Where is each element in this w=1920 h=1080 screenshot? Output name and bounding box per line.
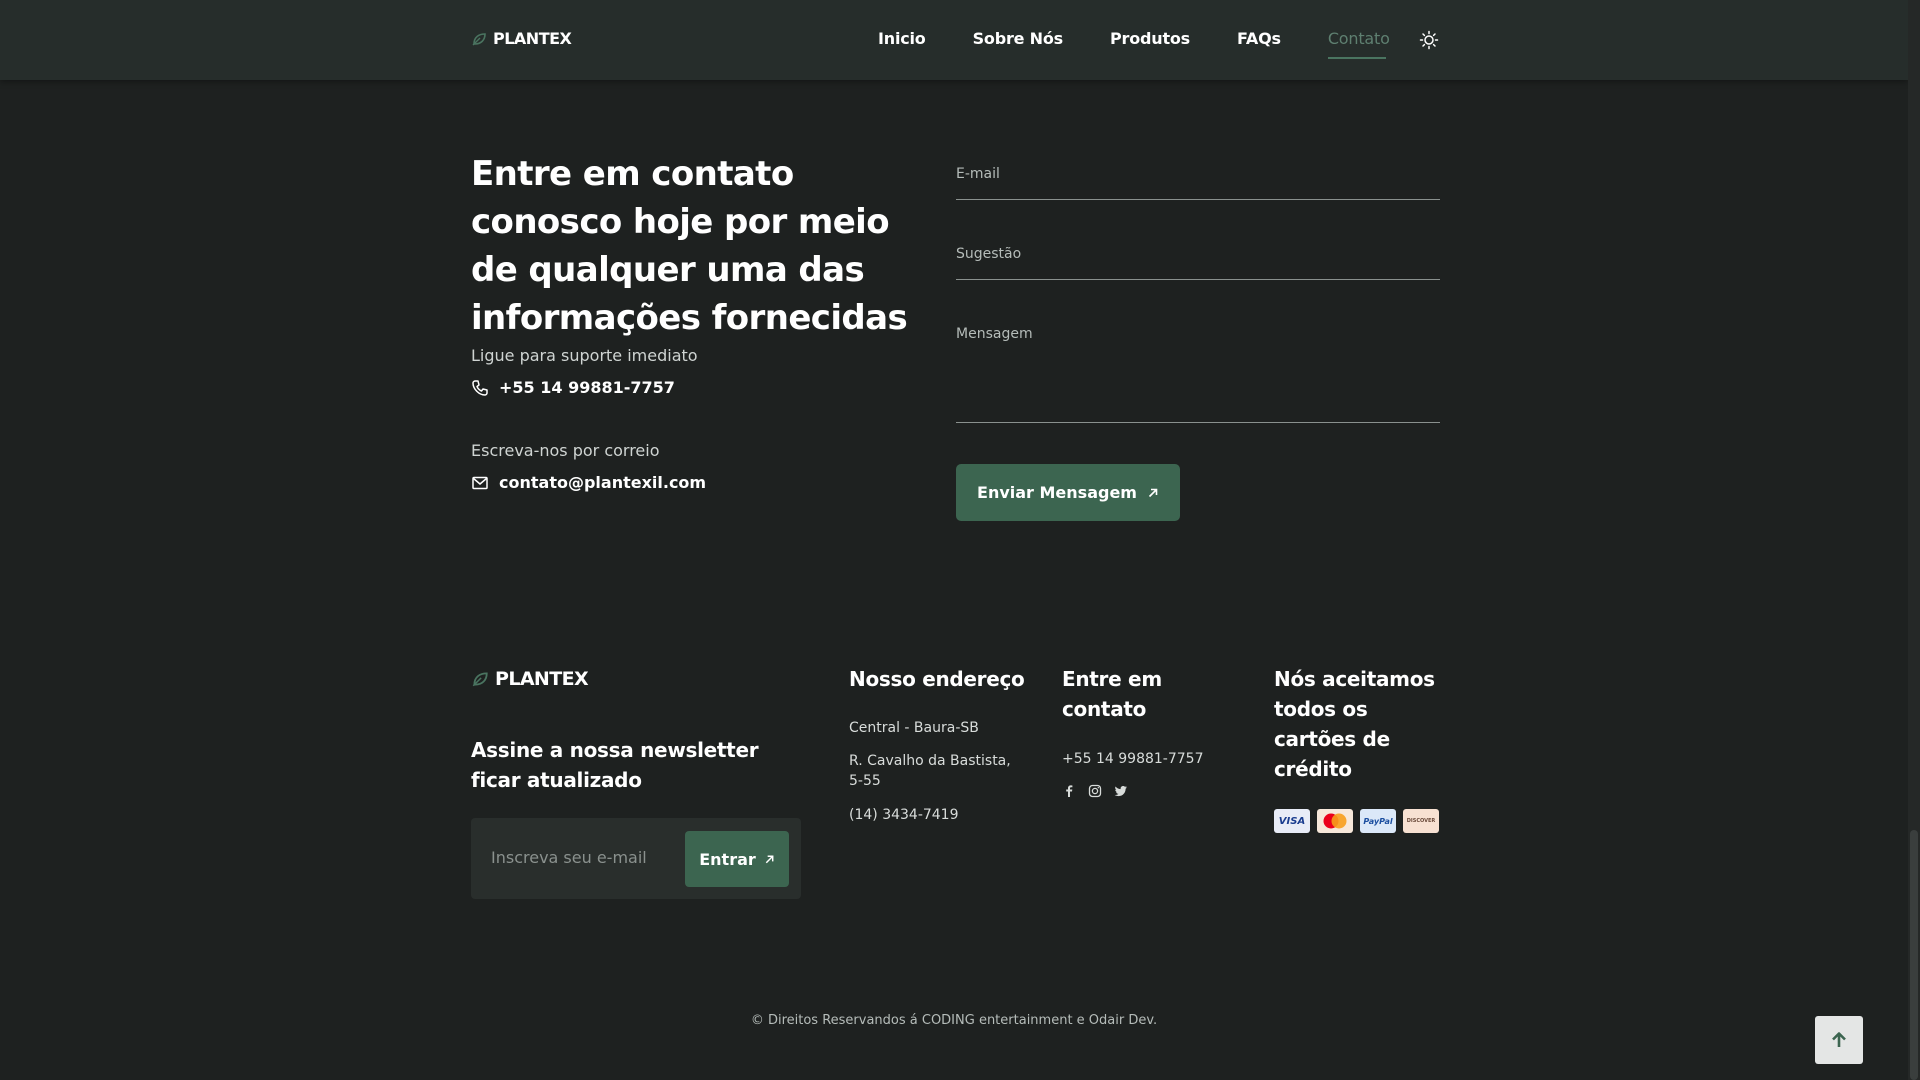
address-line: Central - Baura-SB xyxy=(849,720,979,736)
contact-column-title: Entre em contato xyxy=(1062,667,1162,721)
nav-produtos[interactable]: Produtos xyxy=(1110,29,1190,48)
footer-phone: +55 14 99881-7757 xyxy=(1062,751,1204,767)
newsletter-submit-label: Entrar xyxy=(699,849,756,869)
phone-icon xyxy=(472,379,488,396)
arrow-up-right-icon xyxy=(765,855,774,863)
sun-icon xyxy=(1419,30,1439,50)
phone-row[interactable]: +55 14 99881-7757 xyxy=(471,378,675,397)
brand-name: PLANTEX xyxy=(493,29,572,48)
theme-toggle-button[interactable] xyxy=(1419,30,1439,50)
footer-brand-logo[interactable]: PLANTEX xyxy=(471,668,589,690)
send-message-label: Enviar Mensagem xyxy=(977,483,1137,502)
brand-logo[interactable]: PLANTEX xyxy=(471,29,572,48)
footer-brand-name: PLANTEX xyxy=(495,668,589,690)
suggestion-field[interactable]: Sugestão xyxy=(956,230,1440,280)
main-nav: Inicio Sobre Nós Produtos FAQs Contato xyxy=(878,29,1390,59)
email-address: contato@plantexil.com xyxy=(499,473,707,492)
mastercard-card-icon xyxy=(1317,809,1353,833)
mail-icon xyxy=(472,476,488,489)
arrow-up-right-icon xyxy=(1148,488,1158,497)
address-phone: (14) 3434-7419 xyxy=(849,807,959,823)
email-row[interactable]: contato@plantexil.com xyxy=(471,473,706,492)
phone-number: +55 14 99881-7757 xyxy=(499,378,675,397)
cards-title: Nós aceitamos todos os cartões de crédit… xyxy=(1274,667,1435,781)
leaf-icon xyxy=(472,32,486,45)
facebook-icon[interactable] xyxy=(1062,784,1076,798)
email-placeholder: E-mail xyxy=(956,166,1000,182)
contact-title: Entre em contato conosco hoje por meio d… xyxy=(471,154,908,338)
address-title: Nosso endereço xyxy=(849,667,1025,691)
leaf-icon xyxy=(472,672,488,687)
message-field[interactable]: Mensagem xyxy=(956,310,1440,423)
nav-faqs[interactable]: FAQs xyxy=(1237,29,1281,48)
newsletter-submit-button[interactable]: Entrar xyxy=(685,831,789,887)
address-line: R. Cavalho da Bastista, 5-55 xyxy=(849,753,1011,789)
nav-sobre-nos[interactable]: Sobre Nós xyxy=(973,29,1064,48)
site-header: PLANTEX Inicio Sobre Nós Produtos FAQs C… xyxy=(0,0,1908,80)
arrow-up-icon xyxy=(1832,1032,1846,1047)
instagram-icon[interactable] xyxy=(1088,784,1102,798)
social-links xyxy=(1062,784,1128,798)
paypal-card-icon: PayPal xyxy=(1360,809,1396,833)
payment-cards: VISA PayPal DISCOVER xyxy=(1274,809,1439,833)
send-message-button[interactable]: Enviar Mensagem xyxy=(956,464,1180,521)
mastercard-logo xyxy=(1323,813,1347,829)
newsletter-email-input[interactable]: Inscreva seu e-mail xyxy=(491,848,647,867)
nav-inicio[interactable]: Inicio xyxy=(878,29,926,48)
message-placeholder: Mensagem xyxy=(956,326,1033,342)
twitter-icon[interactable] xyxy=(1114,784,1128,798)
visa-card-icon: VISA xyxy=(1274,809,1310,833)
mail-label: Escreva-nos por correio xyxy=(471,441,660,460)
newsletter-title: Assine a nossa newsletter ficar atualiza… xyxy=(471,738,759,792)
discover-card-icon: DISCOVER xyxy=(1403,809,1439,833)
newsletter-form: Inscreva seu e-mail Entrar xyxy=(471,818,801,899)
copyright-text: © Direitos Reservandos á CODING entertai… xyxy=(750,1013,1158,1028)
back-to-top-button[interactable] xyxy=(1815,1016,1863,1064)
scrollbar-thumb[interactable] xyxy=(1910,830,1918,1080)
scrollbar[interactable] xyxy=(1908,0,1920,1080)
phone-label: Ligue para suporte imediato xyxy=(471,346,698,365)
suggestion-placeholder: Sugestão xyxy=(956,246,1022,262)
email-field[interactable]: E-mail xyxy=(956,150,1440,200)
nav-contato[interactable]: Contato xyxy=(1327,29,1390,59)
